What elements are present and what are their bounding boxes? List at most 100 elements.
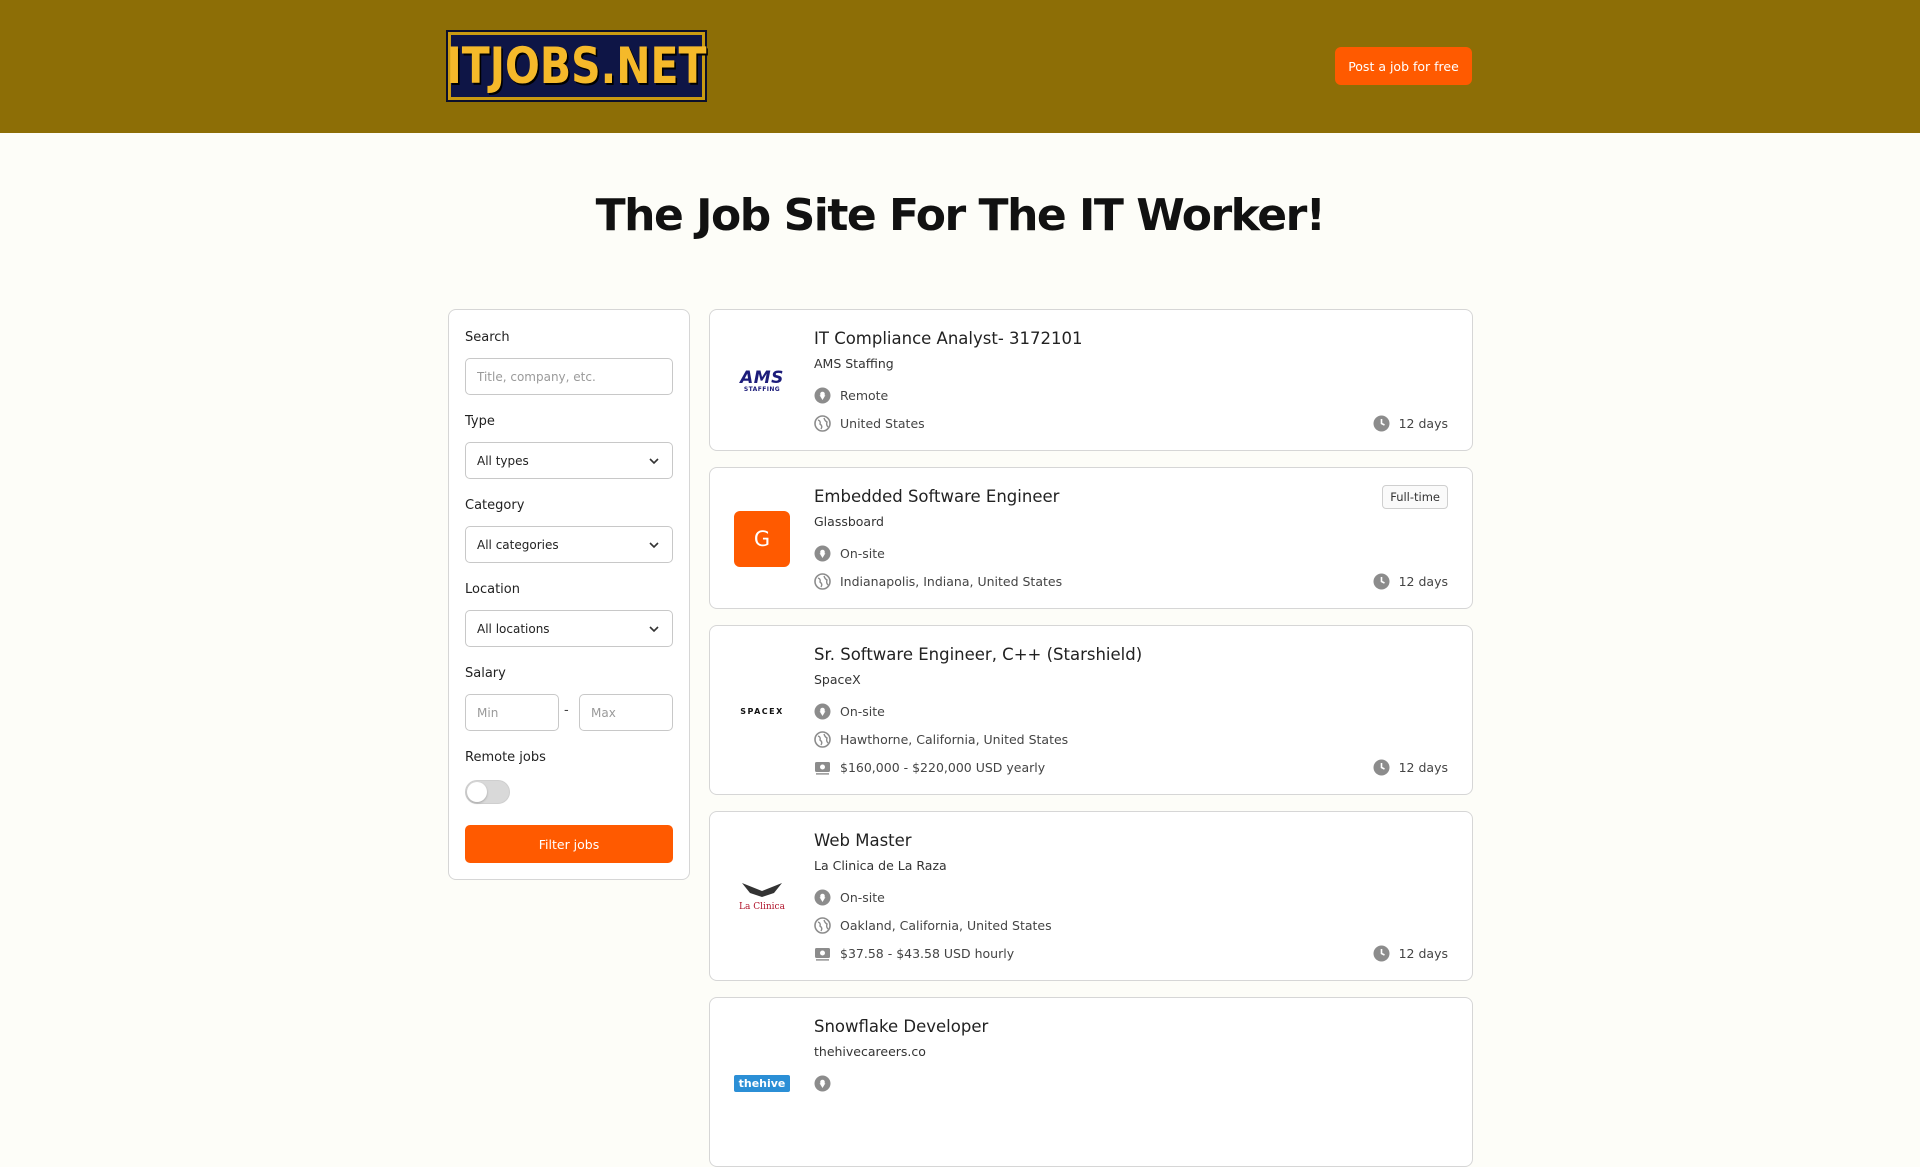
job-work-mode: Remote	[814, 387, 888, 404]
age-text: 12 days	[1398, 416, 1448, 431]
job-age: 12 days	[1373, 415, 1448, 432]
search-input[interactable]	[465, 358, 673, 395]
work-mode-text: On-site	[840, 890, 885, 905]
filter-panel: Search Type All types Category All categ…	[448, 309, 690, 880]
job-location: Hawthorne, California, United States	[814, 731, 1068, 748]
la-clinica-logo: La Clinica	[739, 883, 786, 912]
clock-icon	[1373, 415, 1390, 432]
site-logo[interactable]: ITJOBS.NET	[446, 30, 707, 102]
filter-jobs-button[interactable]: Filter jobs	[465, 825, 673, 863]
globe-icon	[814, 731, 831, 748]
globe-icon	[814, 415, 831, 432]
location-text: Indianapolis, Indiana, United States	[840, 574, 1063, 589]
job-title[interactable]: Web Master	[814, 831, 912, 850]
category-select-value: All categories	[477, 537, 559, 552]
chevron-down-icon	[649, 541, 659, 548]
salary-text: $160,000 - $220,000 USD yearly	[840, 760, 1046, 775]
search-label: Search	[465, 330, 510, 345]
job-work-mode: On-site	[814, 889, 885, 906]
map-pin-icon	[814, 387, 831, 404]
clock-icon	[1373, 945, 1390, 962]
job-work-mode: On-site	[814, 703, 885, 720]
job-salary: $160,000 - $220,000 USD yearly	[814, 759, 1045, 776]
job-company: thehivecareers.co	[814, 1044, 926, 1059]
page-title: The Job Site For The IT Worker!	[595, 190, 1326, 241]
job-work-mode	[814, 1075, 831, 1092]
category-select[interactable]: All categories	[465, 526, 673, 563]
ams-logo: AMS STAFFING	[740, 367, 784, 393]
job-company: La Clinica de La Raza	[814, 858, 947, 873]
logo-text: thehive	[733, 1074, 791, 1092]
job-type-badge: Full-time	[1382, 485, 1448, 509]
job-title[interactable]: Sr. Software Engineer, C++ (Starshield)	[814, 645, 1142, 664]
salary-label: Salary	[465, 666, 506, 681]
type-select[interactable]: All types	[465, 442, 673, 479]
job-company: AMS Staffing	[814, 356, 894, 371]
company-logo: La Clinica	[734, 869, 790, 925]
job-title[interactable]: Snowflake Developer	[814, 1017, 988, 1036]
job-location: United States	[814, 415, 925, 432]
logo-text: SPACEX	[740, 706, 784, 716]
salary-max-input[interactable]	[579, 694, 673, 731]
job-card[interactable]: G Embedded Software Engineer Glassboard …	[709, 467, 1473, 609]
logo-text: ITJOBS.NET	[446, 37, 707, 95]
job-age: 12 days	[1373, 945, 1448, 962]
map-pin-icon	[814, 545, 831, 562]
site-header: ITJOBS.NET Post a job for free	[0, 0, 1920, 133]
globe-icon	[814, 573, 831, 590]
job-title[interactable]: Embedded Software Engineer	[814, 487, 1059, 506]
work-mode-text: On-site	[840, 546, 885, 561]
post-job-button[interactable]: Post a job for free	[1335, 47, 1472, 85]
work-mode-text: Remote	[840, 388, 889, 403]
location-label: Location	[465, 582, 520, 597]
job-location: Indianapolis, Indiana, United States	[814, 573, 1062, 590]
logo-text: AMS	[740, 367, 784, 388]
job-location: Oakland, California, United States	[814, 917, 1052, 934]
company-logo: AMS STAFFING	[734, 353, 790, 409]
company-logo: thehive	[733, 1055, 791, 1111]
clock-icon	[1373, 573, 1390, 590]
salary-text: $37.58 - $43.58 USD hourly	[840, 946, 1015, 961]
logo-text: STAFFING	[743, 385, 781, 393]
globe-icon	[814, 917, 831, 934]
job-age: 12 days	[1373, 573, 1448, 590]
age-text: 12 days	[1398, 760, 1448, 775]
type-select-value: All types	[477, 453, 529, 468]
job-age: 12 days	[1373, 759, 1448, 776]
money-icon	[815, 762, 830, 775]
job-company: Glassboard	[814, 514, 884, 529]
location-select[interactable]: All locations	[465, 610, 673, 647]
remote-toggle[interactable]	[465, 780, 510, 804]
company-logo: G	[734, 511, 790, 567]
map-pin-icon	[814, 703, 831, 720]
location-text: Oakland, California, United States	[840, 918, 1052, 933]
type-label: Type	[465, 414, 495, 429]
location-text: United States	[840, 416, 925, 431]
job-work-mode: On-site	[814, 545, 885, 562]
job-title[interactable]: IT Compliance Analyst- 3172101	[814, 329, 1083, 348]
salary-separator: -	[564, 703, 569, 718]
chevron-down-icon	[649, 457, 659, 464]
map-pin-icon	[814, 889, 831, 906]
job-company: SpaceX	[814, 672, 861, 687]
job-card[interactable]: SPACEX Sr. Software Engineer, C++ (Stars…	[709, 625, 1473, 795]
salary-min-input[interactable]	[465, 694, 559, 731]
remote-label: Remote jobs	[465, 750, 546, 765]
logo-text: G	[734, 511, 790, 567]
job-card[interactable]: thehive Snowflake Developer thehivecaree…	[709, 997, 1473, 1167]
chevron-down-icon	[649, 625, 659, 632]
location-select-value: All locations	[477, 621, 550, 636]
logo-text: La Clinica	[739, 902, 786, 912]
work-mode-text: On-site	[840, 704, 885, 719]
company-logo: SPACEX	[734, 683, 790, 739]
age-text: 12 days	[1398, 574, 1448, 589]
job-card[interactable]: La Clinica Web Master La Clinica de La R…	[709, 811, 1473, 981]
job-card[interactable]: AMS STAFFING IT Compliance Analyst- 3172…	[709, 309, 1473, 451]
toggle-knob	[467, 782, 487, 802]
money-icon	[815, 948, 830, 961]
location-text: Hawthorne, California, United States	[840, 732, 1069, 747]
category-label: Category	[465, 498, 525, 513]
clock-icon	[1373, 759, 1390, 776]
job-salary: $37.58 - $43.58 USD hourly	[814, 945, 1014, 962]
map-pin-icon	[814, 1075, 831, 1092]
